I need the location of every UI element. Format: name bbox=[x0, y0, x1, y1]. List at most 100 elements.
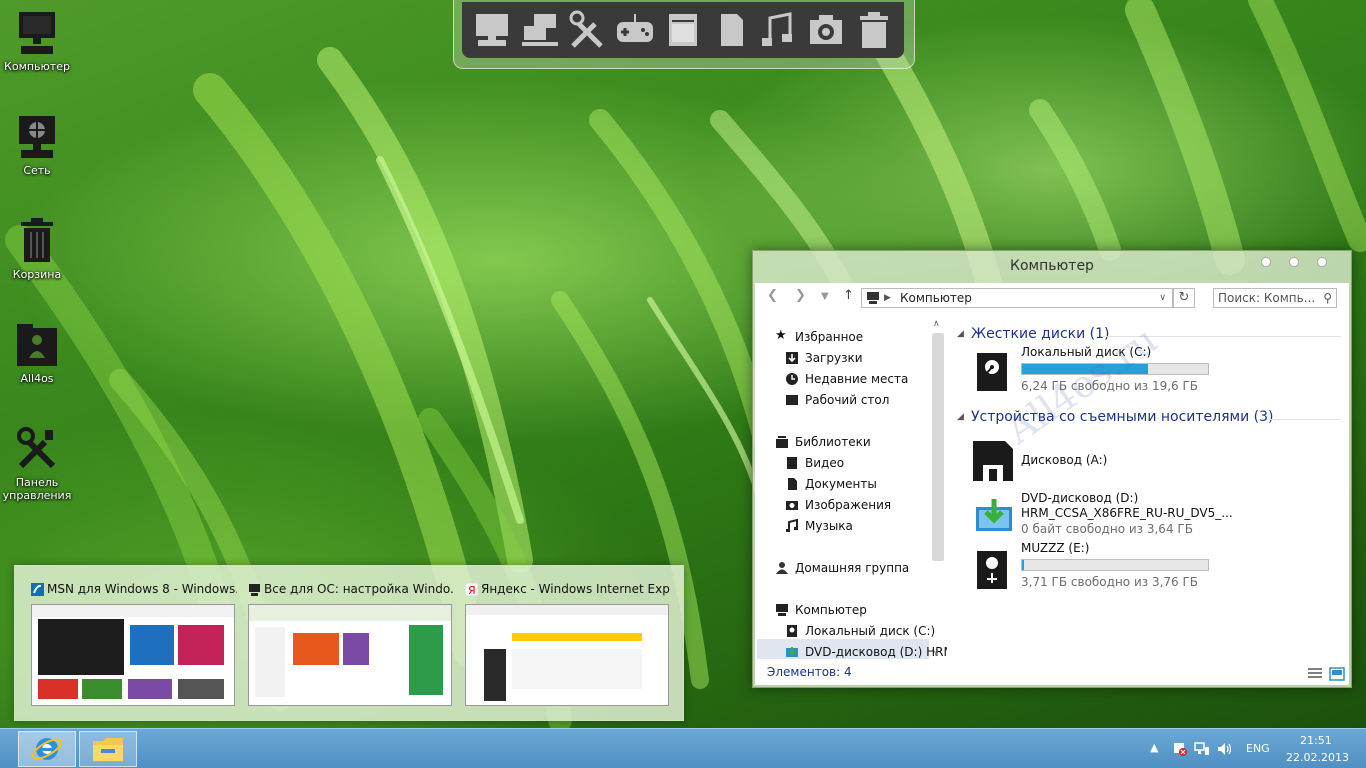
hard-disk-icon bbox=[787, 625, 797, 637]
network-icon bbox=[19, 116, 55, 158]
computer-icon bbox=[475, 14, 508, 46]
trash-icon bbox=[860, 12, 888, 48]
volume-icon[interactable] bbox=[1216, 741, 1232, 757]
svg-text:Я: Я bbox=[468, 584, 476, 596]
breadcrumb-chevron-icon: ▶ bbox=[884, 293, 891, 303]
clock-icon bbox=[786, 373, 798, 385]
close-button[interactable] bbox=[1317, 257, 1327, 267]
language-indicator[interactable]: ENG bbox=[1246, 742, 1270, 755]
group-hard-disks[interactable]: Жесткие диски (1) bbox=[971, 326, 1109, 342]
group-divider bbox=[1267, 419, 1341, 420]
network-icon[interactable] bbox=[1194, 741, 1210, 757]
search-icon: ⚲ bbox=[1323, 291, 1332, 305]
forward-arrow-icon[interactable]: ❯ bbox=[795, 288, 806, 303]
scroll-thumb[interactable] bbox=[932, 333, 944, 561]
recent-chevron-icon[interactable]: ▼ bbox=[821, 291, 829, 302]
back-arrow-icon[interactable]: ❮ bbox=[767, 288, 778, 303]
dock-gamepad-icon[interactable] bbox=[613, 7, 657, 53]
group-collapse-icon[interactable]: ◢ bbox=[957, 412, 964, 422]
dock-camera-icon[interactable] bbox=[804, 7, 848, 53]
drive-usage-bar bbox=[1021, 559, 1209, 571]
preview-title: MSN для Windows 8 - Windows... bbox=[47, 582, 237, 596]
preview-title: Все для ОС: настройка Windo... bbox=[264, 582, 454, 596]
navigation-pane: ★ Избранное Загрузки Недавние места Рабо… bbox=[755, 323, 947, 663]
dock-document-icon[interactable] bbox=[709, 7, 753, 53]
yandex-icon: Я bbox=[465, 583, 478, 596]
computer-icon bbox=[249, 584, 260, 596]
desktop-icon-label: Сеть bbox=[23, 164, 51, 177]
content-pane: ◢ Жесткие диски (1) Локальный диск (C:) … bbox=[955, 317, 1345, 663]
dvd-drive-icon bbox=[976, 499, 1012, 531]
details-view-icon[interactable] bbox=[1307, 667, 1323, 681]
computer-icon bbox=[776, 604, 788, 616]
preview-thumbnail bbox=[465, 604, 669, 706]
dock-trash-icon[interactable] bbox=[852, 7, 896, 53]
desktop-icon-computer[interactable]: Компьютер bbox=[0, 10, 74, 73]
maximize-button[interactable] bbox=[1289, 257, 1299, 267]
desktop-icon-control-panel[interactable]: Панель управления bbox=[0, 426, 74, 502]
window-title: Компьютер bbox=[1010, 258, 1094, 274]
dock-music-icon[interactable] bbox=[756, 7, 800, 53]
usb-drive-icon bbox=[977, 551, 1007, 589]
dock-window-icon[interactable] bbox=[661, 7, 705, 53]
refresh-icon[interactable]: ↻ bbox=[1173, 288, 1195, 308]
drive-d[interactable]: DVD-дисковод (D:) HRM_CCSA_X86FRE_RU-RU_… bbox=[975, 491, 1335, 536]
libraries-icon bbox=[776, 436, 788, 448]
group-collapse-icon[interactable]: ◢ bbox=[957, 329, 964, 339]
action-center-icon[interactable] bbox=[1172, 741, 1188, 757]
drive-free-space: 0 байт свободно из 3,64 ГБ bbox=[1021, 522, 1193, 536]
address-text: Компьютер bbox=[900, 291, 972, 305]
explorer-window: Компьютер ❮ ❯ ▼ ↑ ▶ Компьютер ∨ ↻ Поиск:… bbox=[752, 250, 1352, 688]
msn-icon bbox=[31, 583, 44, 596]
dock-tools-icon[interactable] bbox=[565, 7, 609, 53]
desktop-icon-recycle-bin[interactable]: Корзина bbox=[0, 218, 74, 281]
scroll-down-icon[interactable]: ∨ bbox=[933, 649, 940, 659]
taskbar-internet-explorer[interactable] bbox=[18, 731, 76, 767]
taskbar-file-explorer[interactable] bbox=[79, 731, 137, 767]
folder-icon bbox=[93, 738, 123, 761]
scroll-up-icon[interactable]: ∧ bbox=[933, 319, 940, 329]
dock-computer-icon[interactable] bbox=[470, 7, 514, 53]
status-item-count: Элементов: 4 bbox=[767, 665, 852, 679]
desktop: Компьютер Сеть Корзина All4os Панель упр… bbox=[0, 0, 1366, 768]
star-icon: ★ bbox=[775, 328, 787, 343]
up-arrow-icon[interactable]: ↑ bbox=[843, 288, 854, 303]
preview-msn[interactable]: MSN для Windows 8 - Windows... bbox=[31, 574, 237, 706]
music-icon bbox=[786, 519, 798, 532]
navigation-bar: ❮ ❯ ▼ ↑ ▶ Компьютер ∨ ↻ Поиск: Компь... … bbox=[755, 283, 1349, 313]
search-input[interactable]: Поиск: Компь... ⚲ bbox=[1213, 288, 1337, 308]
recycle-bin-icon bbox=[21, 218, 53, 262]
desktop-icon-label: All4os bbox=[20, 372, 54, 385]
internet-explorer-icon bbox=[31, 738, 63, 760]
clock-date[interactable]: 22.02.2013 bbox=[1286, 751, 1349, 764]
window-body: ❮ ❯ ▼ ↑ ▶ Компьютер ∨ ↻ Поиск: Компь... … bbox=[755, 283, 1349, 685]
preview-yandex[interactable]: Я Яндекс - Windows Internet Expl... bbox=[465, 574, 671, 706]
preview-title: Яндекс - Windows Internet Expl... bbox=[481, 582, 671, 596]
drive-e[interactable]: MUZZZ (E:) 3,71 ГБ свободно из 3,76 ГБ bbox=[975, 541, 1315, 591]
homegroup-icon bbox=[776, 562, 788, 574]
nav-scrollbar[interactable]: ∧ ∨ bbox=[931, 319, 944, 663]
document-icon bbox=[720, 14, 743, 46]
tiles-view-icon[interactable] bbox=[1329, 667, 1345, 681]
floppy-disk-icon bbox=[973, 441, 1013, 481]
dvd-icon bbox=[786, 647, 798, 657]
music-icon bbox=[762, 12, 793, 46]
desktop-icon-network[interactable]: Сеть bbox=[0, 114, 74, 177]
downloads-icon bbox=[786, 352, 798, 364]
tools-icon bbox=[569, 10, 604, 48]
drive-name: Дисковод (A:) bbox=[1021, 453, 1108, 467]
clock-time[interactable]: 21:51 bbox=[1300, 734, 1332, 747]
dock-network-icon[interactable] bbox=[518, 7, 562, 53]
address-dropdown-icon[interactable]: ∨ bbox=[1159, 289, 1166, 307]
show-hidden-icons-icon[interactable]: ▲ bbox=[1150, 741, 1158, 754]
preview-thumbnail bbox=[248, 604, 452, 706]
control-panel-icon bbox=[17, 427, 56, 469]
drive-name: DVD-дисковод (D:) bbox=[1021, 491, 1139, 505]
address-bar[interactable]: ▶ Компьютер ∨ bbox=[861, 288, 1173, 308]
desktop-icon-all4os[interactable]: All4os bbox=[0, 322, 74, 385]
preview-all4os[interactable]: Все для ОС: настройка Windo... bbox=[248, 574, 454, 706]
hard-disk-icon bbox=[977, 353, 1007, 391]
documents-icon bbox=[788, 478, 797, 490]
desktop-icon-label: Компьютер bbox=[4, 60, 70, 73]
minimize-button[interactable] bbox=[1261, 257, 1271, 267]
